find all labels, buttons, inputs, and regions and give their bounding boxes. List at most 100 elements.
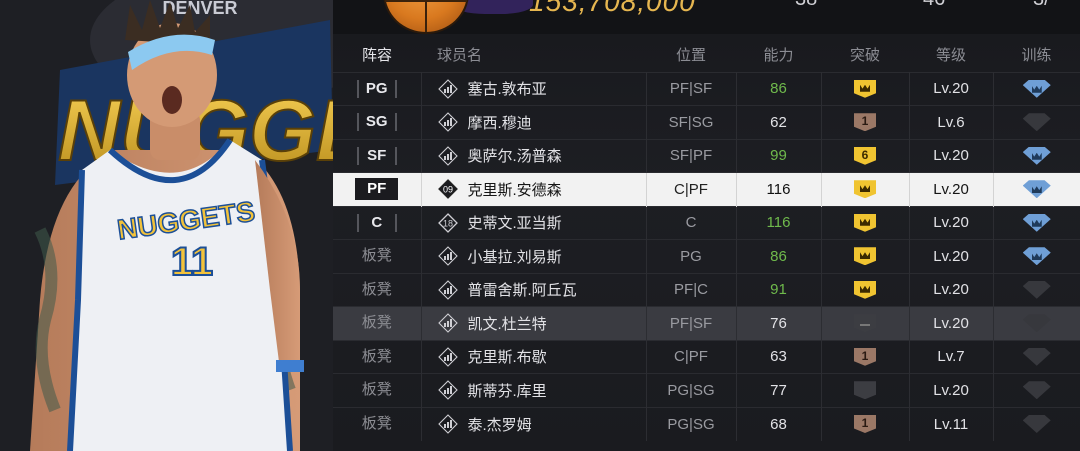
player-name-cell[interactable]: 小基拉.刘易斯 [420,239,646,273]
crown-icon [1031,85,1042,93]
lineup-cell[interactable]: PF [333,173,421,207]
player-name: 塞古.敦布亚 [467,81,547,99]
breakthrough-cell[interactable]: 1 [820,340,909,374]
column-header-position[interactable]: 位置 [646,38,736,72]
signal-bars-icon [437,313,458,334]
signal-bars-icon [437,246,458,267]
lineup-cell[interactable]: 板凳 [333,307,421,341]
column-header-breakthrough[interactable]: 突破 [821,38,909,72]
breakthrough-cell[interactable] [820,206,909,240]
crown-badge-icon [854,180,876,199]
training-cell[interactable] [992,105,1080,139]
position-cell: PG|SG [645,407,736,441]
signal-bars-icon [437,380,458,401]
training-cell[interactable] [992,139,1080,173]
crown-icon [1031,219,1042,227]
player-name-cell[interactable]: 斯蒂芬.库里 [420,373,646,407]
table-row[interactable]: 板凳 泰.杰罗姆 PG|SG 68 1 Lv.11 [333,407,1080,441]
column-header-level[interactable]: 等级 [909,38,993,72]
lineup-slot: 板凳 [361,347,392,365]
player-illustration: DENVER NUGGETS NUGGETS 11 [0,0,333,451]
training-shield-icon [1022,314,1051,333]
lineup-cell[interactable]: 板凳 [333,273,421,307]
player-name-cell[interactable]: 凯文.杜兰特 [420,306,646,340]
crown-icon [860,218,870,226]
player-name: 小基拉.刘易斯 [467,248,562,266]
lineup-cell[interactable]: 板凳 [333,340,421,374]
jersey-number-label: 18 [442,218,452,228]
lineup-slot: SG [356,113,397,132]
jersey-number-label: 09 [442,185,452,195]
team-stat-1: 38 [795,0,817,11]
ability-cell: 68 [735,407,821,441]
lineup-cell[interactable]: 板凳 [333,407,421,441]
lineup-cell[interactable]: SF [333,139,421,173]
breakthrough-cell[interactable] [820,373,909,407]
lineup-cell[interactable]: C [333,206,421,240]
table-row[interactable]: PG 塞古.敦布亚 PF|SF 86 Lv.20 [333,72,1080,106]
player-name-cell[interactable]: 普雷舍斯.阿丘瓦 [420,273,646,307]
player-name-cell[interactable]: 09 克里斯.安德森 [420,172,646,206]
player-name-cell[interactable]: 克里斯.布歇 [420,340,646,374]
player-name: 摩西.穆迪 [467,114,532,132]
player-name-cell[interactable]: 塞古.敦布亚 [420,72,646,106]
breakthrough-cell[interactable] [820,239,909,273]
signal-bars-icon [437,145,458,166]
roster-panel: 153,708,000 38 46 3/ 阵容 球员名 位置 能力 突破 等级 … [333,0,1080,451]
training-cell[interactable] [992,306,1080,340]
table-row[interactable]: 板凳 小基拉.刘易斯 PG 86 Lv.20 [333,239,1080,274]
training-shield-icon [1022,180,1051,199]
training-cell[interactable] [992,239,1080,273]
lineup-cell[interactable]: SG [333,106,421,140]
training-cell[interactable] [992,72,1080,106]
training-cell[interactable] [992,407,1080,441]
breakthrough-cell[interactable] [820,72,909,106]
breakthrough-cell[interactable]: 1 [820,407,909,441]
lineup-cell[interactable]: 板凳 [333,374,421,408]
table-row[interactable]: 板凳 普雷舍斯.阿丘瓦 PF|C 91 Lv.20 [333,273,1080,307]
training-cell[interactable] [992,340,1080,374]
roster-header: 阵容 球员名 位置 能力 突破 等级 训练 [333,38,1080,72]
player-name-cell[interactable]: 奥萨尔.汤普森 [420,139,646,173]
table-row[interactable]: SF 奥萨尔.汤普森 SF|PF 99 6 Lv.20 [333,139,1080,173]
lineup-cell[interactable]: PG [333,72,421,106]
column-header-ability[interactable]: 能力 [736,38,821,72]
player-name-cell[interactable]: 摩西.穆迪 [420,105,646,139]
column-header-player-name[interactable]: 球员名 [421,38,646,72]
table-row[interactable]: C 18 史蒂文.亚当斯 C 116 Lv.20 [333,206,1080,240]
crown-badge-icon [854,213,876,232]
player-name: 泰.杰罗姆 [467,416,532,434]
column-header-training[interactable]: 训练 [993,38,1080,72]
training-cell[interactable] [992,206,1080,240]
breakthrough-badge-icon: 1 [854,113,876,132]
table-row[interactable]: SG 摩西.穆迪 SF|SG 62 1 Lv.6 [333,105,1080,140]
lineup-slot: PF [355,178,399,201]
table-row[interactable]: PF 09 克里斯.安德森 C|PF 116 Lv.20 [333,172,1080,207]
player-name-cell[interactable]: 泰.杰罗姆 [420,407,646,441]
ability-cell: 91 [735,273,821,307]
training-cell[interactable] [992,172,1080,206]
crown-badge-icon [854,79,876,98]
breakthrough-cell[interactable] [820,306,909,340]
training-cell[interactable] [992,273,1080,307]
breakthrough-cell[interactable]: 1 [820,105,909,139]
training-cell[interactable] [992,373,1080,407]
position-cell: SF|PF [645,139,736,173]
roster-table: 阵容 球员名 位置 能力 突破 等级 训练 PG 塞古.敦布亚 PF|SF 86 Lv.… [333,38,1080,441]
ability-cell: 76 [735,306,821,340]
lineup-cell[interactable]: 板凳 [333,240,421,274]
column-header-lineup[interactable]: 阵容 [333,38,421,72]
player-name: 克里斯.布歇 [467,349,547,367]
breakthrough-badge-icon: 6 [854,146,876,165]
training-shield-icon [1022,113,1051,132]
player-name-cell[interactable]: 18 史蒂文.亚当斯 [420,206,646,240]
breakthrough-cell[interactable] [820,273,909,307]
table-row[interactable]: 板凳 克里斯.布歇 C|PF 63 1 Lv.7 [333,340,1080,374]
training-shield-icon [1022,79,1051,98]
lineup-slot: PG [356,79,397,98]
table-row[interactable]: 板凳 斯蒂芬.库里 PG|SG 77 Lv.20 [333,373,1080,408]
breakthrough-cell[interactable] [820,172,909,206]
jersey-number: 11 [171,240,213,284]
breakthrough-cell[interactable]: 6 [820,139,909,173]
table-row[interactable]: 板凳 凯文.杜兰特 PF|SF 76 Lv.20 [333,306,1080,341]
